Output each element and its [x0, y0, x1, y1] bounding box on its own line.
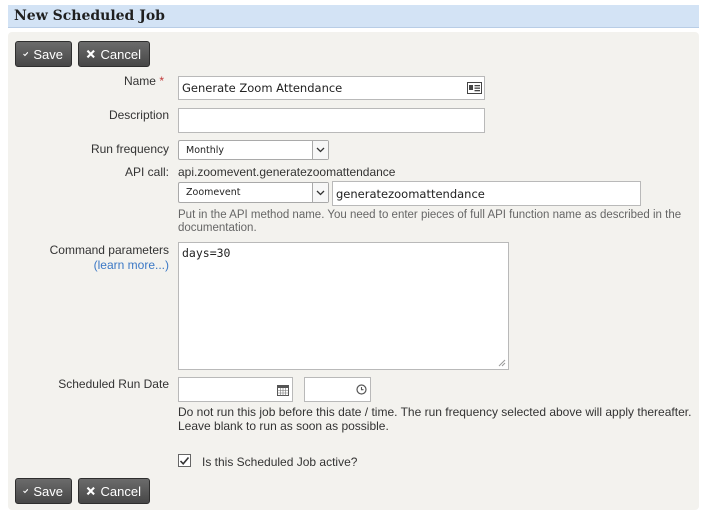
- api-method-input[interactable]: generatezoomattendance: [332, 181, 641, 206]
- cancel-button-label: Cancel: [100, 46, 141, 62]
- chevron-down-icon: [312, 183, 328, 202]
- api-call-label: API call:: [124, 165, 169, 179]
- active-checkbox[interactable]: [178, 454, 191, 467]
- scheduled-run-date-label: Scheduled Run Date: [58, 377, 169, 391]
- description-label: Description: [108, 108, 169, 122]
- api-call-help: Put in the API method name. You need to …: [178, 209, 682, 234]
- save-button-bottom[interactable]: Save: [15, 478, 72, 504]
- close-icon: [86, 49, 95, 59]
- run-frequency-label: Run frequency: [90, 142, 169, 156]
- chevron-down-icon: [312, 141, 328, 159]
- save-button-label: Save: [33, 46, 63, 62]
- command-parameters-label: Command parameters: [49, 243, 169, 257]
- api-entity-select[interactable]: Zoomevent: [178, 182, 329, 203]
- save-button-label: Save: [33, 483, 63, 499]
- run-frequency-select[interactable]: Monthly: [178, 140, 329, 160]
- name-input[interactable]: Generate Zoom Attendance: [178, 76, 485, 100]
- clock-icon[interactable]: [356, 384, 367, 395]
- cancel-button-top[interactable]: Cancel: [78, 41, 150, 67]
- active-checkbox-label[interactable]: Is this Scheduled Job active?: [202, 455, 357, 469]
- cancel-button-label: Cancel: [100, 483, 141, 499]
- contact-card-icon[interactable]: [467, 82, 482, 94]
- page-title: New Scheduled Job: [14, 8, 165, 24]
- check-icon: [23, 51, 29, 57]
- run-date-help: Do not run this job before this date / t…: [178, 405, 693, 433]
- api-call-value: api.zoomevent.generatezoomattendance: [178, 165, 396, 179]
- resize-handle-icon[interactable]: [498, 359, 506, 367]
- description-input[interactable]: [178, 108, 485, 133]
- run-date-input[interactable]: [178, 377, 293, 402]
- command-parameters-textarea[interactable]: days=30: [178, 242, 509, 370]
- calendar-icon[interactable]: [277, 384, 289, 396]
- close-icon: [86, 486, 95, 496]
- learn-more-link[interactable]: (learn more...): [94, 258, 169, 272]
- name-label: Name *: [123, 74, 164, 88]
- run-date-help-line1: Do not run this job before this date / t…: [178, 405, 692, 419]
- run-time-input[interactable]: [304, 377, 371, 402]
- check-icon: [23, 488, 29, 494]
- cancel-button-bottom[interactable]: Cancel: [78, 478, 150, 504]
- run-date-help-line2: Leave blank to run as soon as possible.: [178, 419, 389, 433]
- page-header: New Scheduled Job: [8, 5, 699, 28]
- check-icon: [179, 456, 190, 465]
- save-button-top[interactable]: Save: [15, 41, 72, 67]
